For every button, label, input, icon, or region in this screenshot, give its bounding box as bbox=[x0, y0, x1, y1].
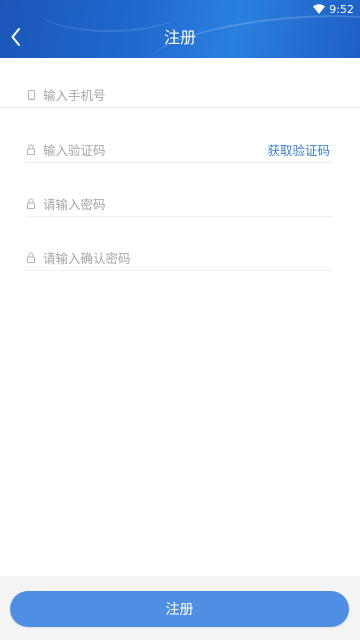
code-input[interactable]: 输入验证码 bbox=[43, 140, 267, 159]
lock-icon bbox=[26, 144, 36, 156]
header-bar: 9:52 注册 bbox=[0, 0, 360, 58]
password-field[interactable]: 请输入密码 bbox=[26, 191, 332, 217]
register-button[interactable]: 注册 bbox=[10, 591, 349, 627]
confirm-password-field[interactable]: 请输入确认密码 bbox=[26, 245, 332, 271]
lock-icon bbox=[26, 252, 36, 264]
get-code-button[interactable]: 获取验证码 bbox=[267, 140, 330, 159]
password-input[interactable]: 请输入密码 bbox=[43, 194, 332, 213]
status-bar: 9:52 bbox=[313, 2, 354, 16]
phone-icon bbox=[26, 89, 36, 101]
phone-field[interactable]: 输入手机号 bbox=[0, 82, 360, 108]
phone-input[interactable]: 输入手机号 bbox=[43, 85, 360, 104]
code-field[interactable]: 输入验证码 获取验证码 bbox=[26, 137, 332, 163]
confirm-password-input[interactable]: 请输入确认密码 bbox=[43, 248, 332, 267]
status-time: 9:52 bbox=[329, 2, 354, 16]
lock-icon bbox=[26, 198, 36, 210]
wifi-icon bbox=[313, 4, 326, 14]
footer-bar: 注册 bbox=[0, 576, 360, 640]
page-title: 注册 bbox=[163, 28, 196, 47]
